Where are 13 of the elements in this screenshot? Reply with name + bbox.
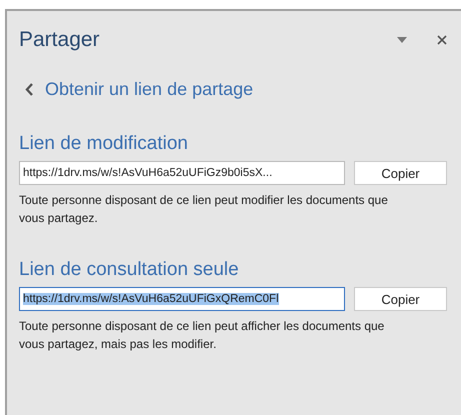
close-icon[interactable] (437, 35, 447, 45)
link-field[interactable]: https://1drv.ms/w/s!AsVuH6a52uUFiGxQRemC0Fl (19, 287, 345, 311)
description: Toute personne disposant de ce lien peut modifier les documents que vous partagez. (19, 192, 389, 227)
back-link[interactable]: Obtenir un lien de partage (45, 78, 254, 100)
link-field[interactable]: https://1drv.ms/w/s!AsVuH6a52uUFiGz9b0i5sX... (19, 161, 345, 185)
section-heading: Lien de modification (19, 133, 189, 155)
section-heading: Lien de consultation seule (19, 259, 240, 281)
copy-button[interactable]: Copier (354, 161, 447, 185)
dropdown-icon[interactable] (397, 37, 407, 43)
copy-button[interactable]: Copier (354, 287, 447, 311)
pane-title: Partager (19, 28, 101, 52)
description: Toute personne disposant de ce lien peut afficher les documents que vous partagez, mais pas les modifier. (19, 318, 386, 353)
back-chevron-icon[interactable] (25, 82, 33, 96)
